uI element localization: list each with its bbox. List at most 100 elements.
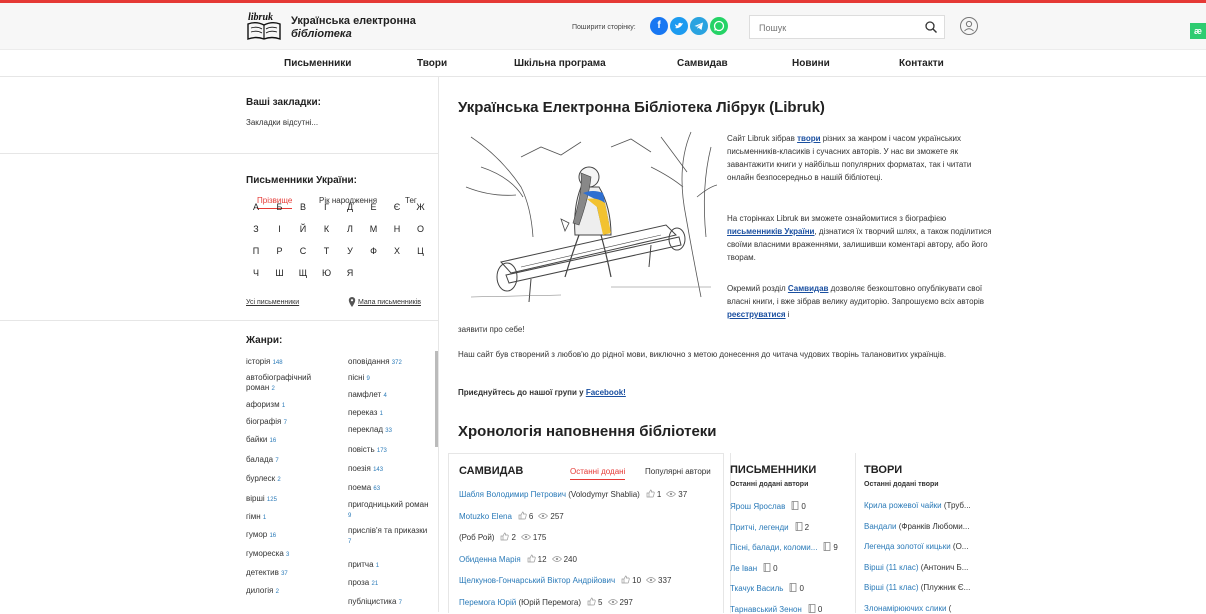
writers-map-link[interactable]: Мапа письменників <box>358 299 421 306</box>
genre-item[interactable]: прислів'я та приказки 7 <box>348 526 432 547</box>
works-link[interactable]: твори <box>797 134 820 143</box>
user-account-icon[interactable] <box>960 17 978 35</box>
ae-extension-icon[interactable]: æ <box>1190 23 1206 39</box>
genre-item[interactable]: проза 21 <box>348 578 432 589</box>
entry-author[interactable]: Шабля Володимир Петрович <box>459 490 566 499</box>
search-icon[interactable] <box>924 20 938 34</box>
genre-item[interactable]: пісні 9 <box>348 373 432 384</box>
writer-name[interactable]: Пісні, балади, коломи... <box>730 543 817 552</box>
genre-name[interactable]: автобіографічний роман <box>246 373 311 392</box>
nav-works[interactable]: Твори <box>417 58 447 69</box>
alphabet-letter[interactable]: Л <box>340 224 360 234</box>
genre-name[interactable]: біографія <box>246 417 281 426</box>
work-title[interactable]: Вірші (11 клас) <box>864 583 919 592</box>
alphabet-letter[interactable]: Д <box>340 202 360 212</box>
genre-item[interactable]: афоризм 1 <box>246 400 330 411</box>
genre-item[interactable]: гумореска 3 <box>246 549 330 560</box>
genre-item[interactable]: біографія 7 <box>246 417 330 428</box>
writer-item[interactable]: Тарнавський Зенон 0 <box>730 603 822 614</box>
genre-name[interactable]: афоризм <box>246 400 280 409</box>
nav-writers[interactable]: Письменники <box>284 58 351 69</box>
genre-name[interactable]: проза <box>348 578 369 587</box>
entry-author[interactable]: Перемога Юрій <box>459 598 516 607</box>
genre-name[interactable]: дилогія <box>246 586 273 595</box>
writer-item[interactable]: Ярош Ярослав 0 <box>730 501 806 511</box>
genre-item[interactable]: бурлеск 2 <box>246 474 330 485</box>
whatsapp-icon[interactable] <box>710 17 728 35</box>
ukrainian-writers-link[interactable]: письменників України <box>727 227 814 236</box>
entry-author[interactable]: Обиденна Марія <box>459 555 521 564</box>
alphabet-letter[interactable]: М <box>364 224 384 234</box>
work-item[interactable]: Легенда золотої кицьки (О... <box>864 542 968 551</box>
alphabet-letter[interactable]: У <box>340 246 360 256</box>
entry-author[interactable]: Щелкунов-Гончарський Віктор Андрійович <box>459 576 615 585</box>
writer-item[interactable]: Притчі, легенди 2 <box>730 521 809 532</box>
work-item[interactable]: Крила рожевої чайки (Труб... <box>864 501 971 510</box>
writer-name[interactable]: Притчі, легенди <box>730 523 789 532</box>
alphabet-letter[interactable]: Ф <box>364 246 384 256</box>
tab-latest-added[interactable]: Останні додані <box>570 467 626 480</box>
facebook-group-link[interactable]: Facebook! <box>586 388 626 397</box>
genre-item[interactable]: оповідання 372 <box>348 357 432 368</box>
writer-name[interactable]: Тарнавський Зенон <box>730 605 802 614</box>
genre-item[interactable]: історія 148 <box>246 357 330 368</box>
alphabet-letter[interactable]: Н <box>387 224 407 234</box>
alphabet-letter[interactable]: Ц <box>411 246 431 256</box>
genre-item[interactable]: байки 16 <box>246 435 330 446</box>
nav-news[interactable]: Новини <box>792 58 830 69</box>
genre-name[interactable]: поезія <box>348 464 371 473</box>
genre-item[interactable]: дилогія 2 <box>246 586 330 597</box>
genre-item[interactable]: переказ 1 <box>348 408 432 419</box>
work-item[interactable]: Вандали (Франків Любоми... <box>864 522 969 531</box>
work-title[interactable]: Вірші (11 клас) <box>864 563 919 572</box>
genre-name[interactable]: бурлеск <box>246 474 275 483</box>
genre-name[interactable]: байки <box>246 435 267 444</box>
samvydav-entry[interactable]: (Роб Рой) 2 175 <box>459 532 546 542</box>
nav-samvydav[interactable]: Самвидав <box>677 58 728 69</box>
site-logo-text[interactable]: Українська електронна бібліотека <box>291 15 416 41</box>
search-box[interactable] <box>749 15 945 39</box>
genre-name[interactable]: поема <box>348 483 371 492</box>
writer-item[interactable]: Пісні, балади, коломи... 9 <box>730 542 838 552</box>
genre-item[interactable]: памфлет 4 <box>348 390 432 401</box>
all-writers-link[interactable]: Усі письменники <box>246 299 299 306</box>
alphabet-letter[interactable]: В <box>293 202 313 212</box>
nav-contacts[interactable]: Контакти <box>899 58 944 69</box>
alphabet-letter[interactable]: П <box>246 246 266 256</box>
search-input[interactable] <box>757 17 921 39</box>
genre-name[interactable]: гумор <box>246 530 267 539</box>
writer-name[interactable]: Ле Іван <box>730 564 757 573</box>
genre-name[interactable]: оповідання <box>348 357 390 366</box>
genre-name[interactable]: детектив <box>246 568 279 577</box>
genre-name[interactable]: переклад <box>348 425 383 434</box>
genre-name[interactable]: прислів'я та приказки <box>348 526 427 535</box>
work-title[interactable]: Крила рожевої чайки <box>864 501 942 510</box>
alphabet-letter[interactable]: Р <box>270 246 290 256</box>
writer-name[interactable]: Ярош Ярослав <box>730 502 785 511</box>
entry-author[interactable]: Motuzko Elena <box>459 512 512 521</box>
alphabet-letter[interactable]: Я <box>340 268 360 278</box>
alphabet-letter[interactable]: Х <box>387 246 407 256</box>
genre-name[interactable]: балада <box>246 455 273 464</box>
alphabet-letter[interactable]: Ш <box>270 268 290 278</box>
writer-item[interactable]: Ле Іван 0 <box>730 562 778 573</box>
genre-item[interactable]: притча 1 <box>348 560 432 571</box>
telegram-icon[interactable] <box>690 17 708 35</box>
alphabet-letter[interactable]: Є <box>387 202 407 212</box>
genre-name[interactable]: переказ <box>348 408 377 417</box>
samvydav-link[interactable]: Самвидав <box>788 284 829 293</box>
work-title[interactable]: Вандали <box>864 522 896 531</box>
genre-item[interactable]: пригодницький роман 9 <box>348 500 432 521</box>
genres-scrollbar[interactable] <box>435 351 438 447</box>
genre-item[interactable]: гімн 1 <box>246 512 330 523</box>
twitter-icon[interactable] <box>670 17 688 35</box>
genre-name[interactable]: історія <box>246 357 270 366</box>
alphabet-letter[interactable]: Ю <box>317 268 337 278</box>
alphabet-letter[interactable]: Г <box>317 202 337 212</box>
alphabet-letter[interactable]: О <box>411 224 431 234</box>
writer-name[interactable]: Ткачук Василь <box>730 584 783 593</box>
samvydav-entry[interactable]: Обиденна Марія 12 240 <box>459 554 577 564</box>
genre-item[interactable]: поема 63 <box>348 483 432 494</box>
genre-name[interactable]: притча <box>348 560 374 569</box>
samvydav-entry[interactable]: Перемога Юрій (Юрій Перемога) 5 297 <box>459 597 633 607</box>
